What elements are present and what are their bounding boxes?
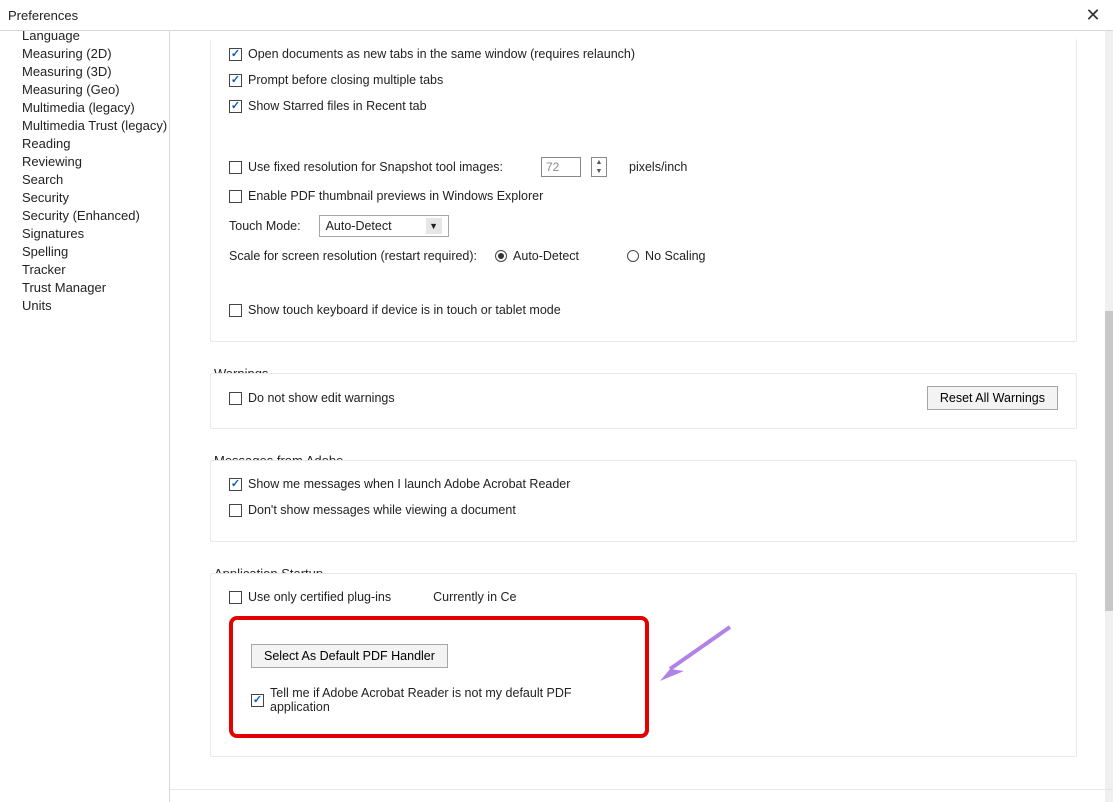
scale-none-radio[interactable]	[627, 250, 639, 262]
sidebar-item-tracker[interactable]: Tracker	[22, 261, 169, 279]
no-edit-warnings-label: Do not show edit warnings	[248, 391, 395, 405]
scale-label: Scale for screen resolution (restart req…	[229, 249, 477, 263]
scale-auto-label: Auto-Detect	[513, 249, 579, 263]
startup-group: Application Startup Use only certified p…	[210, 566, 1077, 757]
sidebar-item-trust-manager[interactable]: Trust Manager	[22, 279, 169, 297]
content-area: Open documents as new tabs in the same w…	[170, 31, 1113, 802]
touch-mode-label: Touch Mode:	[229, 219, 301, 233]
show-on-launch-label: Show me messages when I launch Adobe Acr…	[248, 477, 570, 491]
titlebar: Preferences ✕	[0, 0, 1113, 30]
touch-mode-select[interactable]: Auto-Detect ▼	[319, 215, 449, 237]
hide-in-doc-label: Don't show messages while viewing a docu…	[248, 503, 516, 517]
scrollbar-thumb[interactable]	[1105, 311, 1113, 611]
fixed-resolution-label: Use fixed resolution for Snapshot tool i…	[248, 160, 503, 174]
no-edit-warnings-checkbox[interactable]	[229, 392, 242, 405]
sidebar-item-language[interactable]: Language	[22, 31, 169, 45]
sidebar-item-multimedia-trust[interactable]: Multimedia Trust (legacy)	[22, 117, 169, 135]
fixed-resolution-checkbox[interactable]	[229, 161, 242, 174]
certified-status: Currently in Ce	[433, 590, 516, 604]
sidebar-item-security[interactable]: Security	[22, 189, 169, 207]
touch-keyboard-checkbox[interactable]	[229, 304, 242, 317]
messages-group: Messages from Adobe Show me messages whe…	[210, 453, 1077, 542]
scale-none-label: No Scaling	[645, 249, 705, 263]
sidebar-item-search[interactable]: Search	[22, 171, 169, 189]
spinner-up-icon[interactable]: ▲	[592, 158, 606, 167]
default-notify-checkbox[interactable]	[251, 694, 264, 707]
show-starred-checkbox[interactable]	[229, 100, 242, 113]
fixed-resolution-spinner[interactable]: ▲ ▼	[591, 157, 607, 177]
sidebar-item-units[interactable]: Units	[22, 297, 169, 315]
touch-mode-value: Auto-Detect	[326, 219, 392, 233]
sidebar-item-reviewing[interactable]: Reviewing	[22, 153, 169, 171]
sidebar-item-measuring-geo[interactable]: Measuring (Geo)	[22, 81, 169, 99]
certified-plugins-label: Use only certified plug-ins	[248, 590, 391, 604]
annotation-highlight: Select As Default PDF Handler Tell me if…	[229, 616, 649, 738]
sidebar-item-reading[interactable]: Reading	[22, 135, 169, 153]
sidebar-item-spelling[interactable]: Spelling	[22, 243, 169, 261]
bottom-divider	[170, 789, 1113, 790]
prompt-close-tabs-checkbox[interactable]	[229, 74, 242, 87]
sidebar-item-security-enhanced[interactable]: Security (Enhanced)	[22, 207, 169, 225]
open-new-tabs-label: Open documents as new tabs in the same w…	[248, 47, 635, 61]
spinner-down-icon[interactable]: ▼	[592, 167, 606, 176]
close-button[interactable]: ✕	[1079, 5, 1107, 26]
select-default-handler-button[interactable]: Select As Default PDF Handler	[251, 644, 448, 668]
sidebar-item-signatures[interactable]: Signatures	[22, 225, 169, 243]
default-notify-label: Tell me if Adobe Acrobat Reader is not m…	[270, 686, 627, 714]
fixed-resolution-unit: pixels/inch	[629, 160, 687, 174]
sidebar-item-measuring-3d[interactable]: Measuring (3D)	[22, 63, 169, 81]
sidebar-item-multimedia-legacy[interactable]: Multimedia (legacy)	[22, 99, 169, 117]
prompt-close-tabs-label: Prompt before closing multiple tabs	[248, 73, 443, 87]
scale-auto-radio[interactable]	[495, 250, 507, 262]
pdf-thumbnail-checkbox[interactable]	[229, 190, 242, 203]
open-new-tabs-checkbox[interactable]	[229, 48, 242, 61]
chevron-down-icon: ▼	[426, 218, 442, 234]
certified-plugins-checkbox[interactable]	[229, 591, 242, 604]
hide-in-doc-checkbox[interactable]	[229, 504, 242, 517]
show-on-launch-checkbox[interactable]	[229, 478, 242, 491]
vertical-scrollbar[interactable]	[1105, 31, 1113, 802]
reset-warnings-button[interactable]: Reset All Warnings	[927, 386, 1058, 410]
main-layout: Language Measuring (2D) Measuring (3D) M…	[0, 30, 1113, 802]
touch-keyboard-label: Show touch keyboard if device is in touc…	[248, 303, 561, 317]
fixed-resolution-input[interactable]: 72	[541, 157, 581, 177]
basic-tools-group: Open documents as new tabs in the same w…	[210, 39, 1077, 342]
warnings-group: Warnings Do not show edit warnings Reset…	[210, 366, 1077, 429]
show-starred-label: Show Starred files in Recent tab	[248, 99, 427, 113]
category-sidebar: Language Measuring (2D) Measuring (3D) M…	[0, 31, 170, 802]
sidebar-item-measuring-2d[interactable]: Measuring (2D)	[22, 45, 169, 63]
pdf-thumbnail-label: Enable PDF thumbnail previews in Windows…	[248, 189, 543, 203]
window-title: Preferences	[6, 8, 1079, 23]
